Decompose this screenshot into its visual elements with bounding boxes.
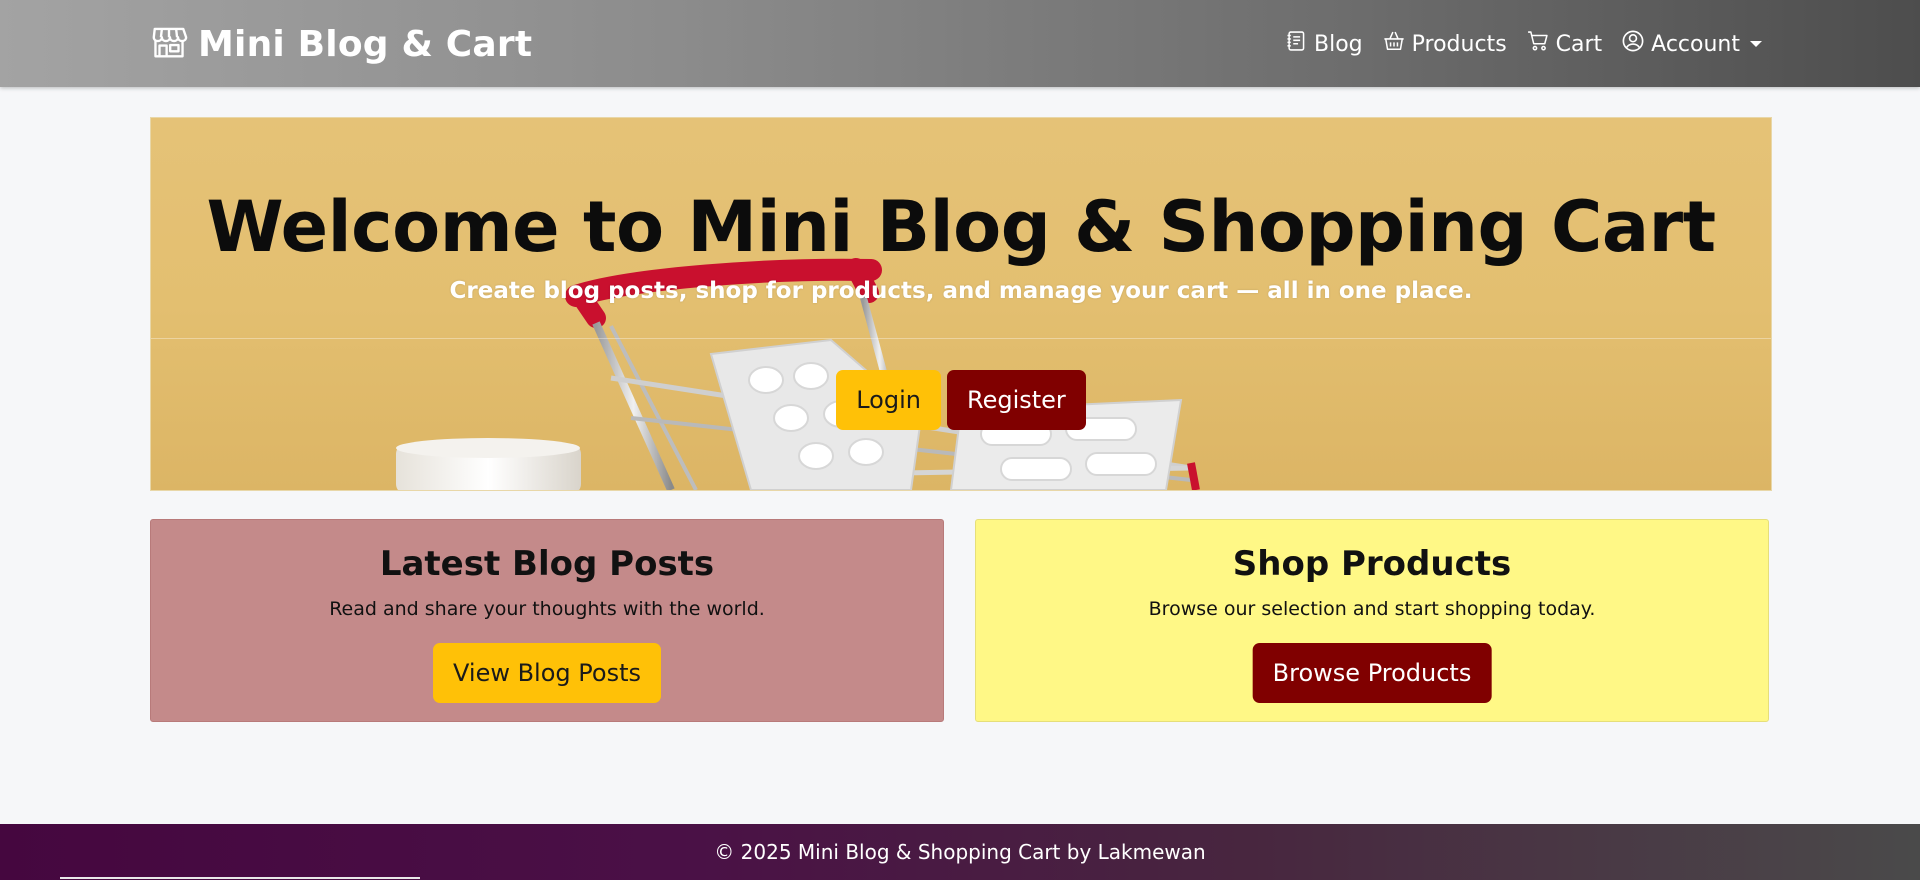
browse-products-button[interactable]: Browse Products — [1252, 643, 1492, 703]
blog-card-text: Read and share your thoughts with the wo… — [329, 598, 765, 620]
nav-cart-link[interactable]: Cart — [1527, 30, 1603, 58]
footer-copyright: © 2025 Mini Blog & Shopping Cart by Lakm… — [714, 840, 1206, 864]
nav-blog-label: Blog — [1314, 31, 1363, 57]
hero-title: Welcome to Mini Blog & Shopping Cart — [206, 186, 1716, 268]
brand-link[interactable]: Mini Blog & Cart — [150, 22, 532, 66]
nav-products-label: Products — [1411, 31, 1507, 57]
footer: © 2025 Mini Blog & Shopping Cart by Lakm… — [0, 824, 1920, 880]
shop-card-title: Shop Products — [1232, 544, 1512, 584]
shop-card-text: Browse our selection and start shopping … — [1148, 598, 1596, 620]
chevron-down-icon — [1750, 41, 1762, 47]
hero-banner: Welcome to Mini Blog & Shopping Cart Cre… — [150, 117, 1772, 491]
blog-card-title: Latest Blog Posts — [379, 544, 715, 584]
nav-account-dropdown[interactable]: Account — [1622, 30, 1762, 58]
shop-icon — [150, 23, 198, 65]
nav-products-link[interactable]: Products — [1383, 30, 1507, 58]
brand-name: Mini Blog & Cart — [198, 23, 533, 65]
footer-divider — [60, 877, 420, 879]
journal-icon — [1285, 30, 1314, 58]
nav-links: Blog Products Cart Account — [1285, 26, 1762, 62]
login-button[interactable]: Login — [836, 370, 941, 430]
shop-card: Shop Products Browse our selection and s… — [975, 519, 1769, 722]
hero-subtitle: Create blog posts, shop for products, an… — [449, 278, 1473, 304]
navbar: Mini Blog & Cart Blog Products Cart Acco… — [0, 0, 1920, 87]
nav-account-label: Account — [1651, 31, 1740, 57]
register-button[interactable]: Register — [946, 370, 1086, 430]
hero-divider — [151, 338, 1771, 339]
nav-cart-label: Cart — [1555, 31, 1603, 57]
basket-icon — [1383, 30, 1412, 58]
person-circle-icon — [1622, 30, 1651, 58]
view-blog-posts-button[interactable]: View Blog Posts — [433, 643, 661, 703]
cart-icon — [1527, 30, 1556, 58]
nav-blog-link[interactable]: Blog — [1285, 30, 1363, 58]
hero-background-image — [396, 258, 1200, 490]
hero-buttons: Login Register — [151, 370, 1771, 430]
blog-card: Latest Blog Posts Read and share your th… — [150, 519, 944, 722]
